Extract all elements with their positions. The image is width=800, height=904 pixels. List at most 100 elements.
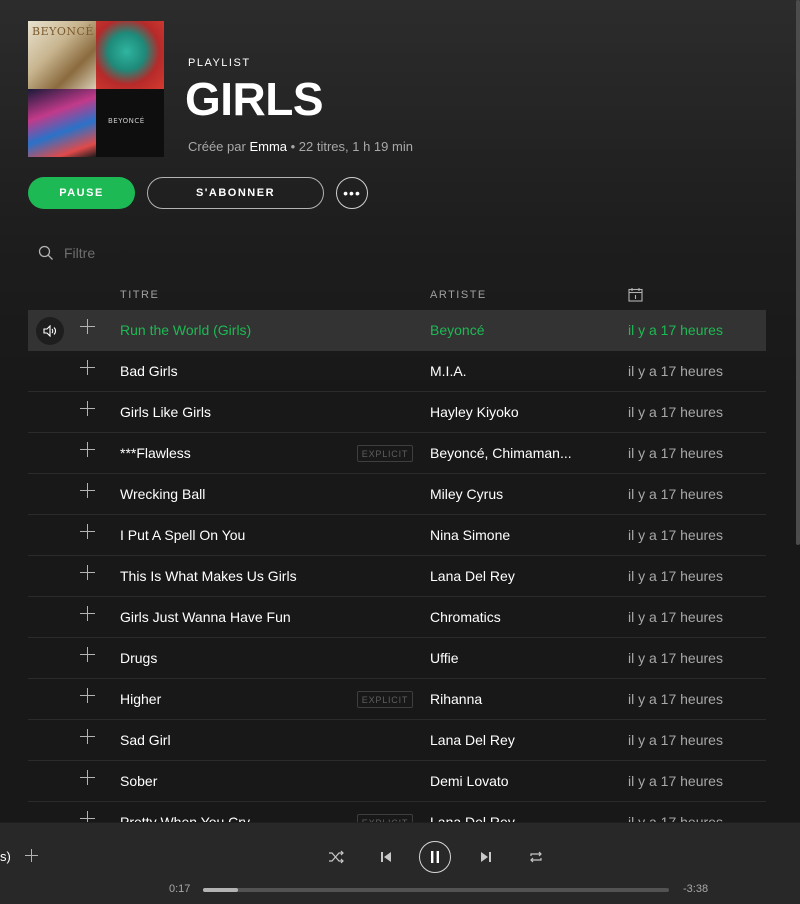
add-track-button[interactable] [80,729,96,745]
track-title[interactable]: Sober [120,773,157,789]
column-title[interactable]: TITRE [120,289,159,301]
search-icon [38,245,53,260]
playlist-cover: BEYONCÉ BEYONCÉ [28,21,164,157]
explicit-badge: EXPLICIT [357,445,413,462]
track-row[interactable]: Girls Like Girls Hayley Kiyoko il y a 17 h… [28,392,766,433]
add-track-button[interactable] [80,647,96,663]
add-track-button[interactable] [80,770,96,786]
cover-art-2 [96,21,164,89]
track-artist[interactable]: Lana Del Rey [430,568,515,584]
add-track-button[interactable] [80,565,96,581]
track-list: Run the World (Girls) Beyoncé il y a 17 he… [28,310,766,822]
playlist-type-label: PLAYLIST [188,57,251,69]
cover-art-4-text: BEYONCÉ [108,117,145,125]
track-artist[interactable]: Chromatics [430,609,501,625]
track-title[interactable]: Pretty When You Cry [120,814,250,822]
track-date-added: il y a 17 heures [628,363,723,379]
subscribe-button[interactable]: S'ABONNER [147,177,324,209]
column-artist[interactable]: ARTISTE [430,289,487,301]
column-date-added[interactable] [628,287,643,305]
track-row[interactable]: Higher EXPLICIT Rihanna il y a 17 heures [28,679,766,720]
track-row[interactable]: Bad Girls M.I.A. il y a 17 heures [28,351,766,392]
track-artist[interactable]: Hayley Kiyoko [430,404,519,420]
owner-link[interactable]: Emma [249,139,287,154]
created-by-label: Créée par [188,139,246,154]
next-button[interactable] [476,847,496,867]
filter-input[interactable] [64,245,264,261]
pause-button[interactable]: PAUSE [28,177,135,209]
track-row[interactable]: Wrecking Ball Miley Cyrus il y a 17 heures [28,474,766,515]
track-title[interactable]: Wrecking Ball [120,486,205,502]
playlist-stats: • 22 titres, 1 h 19 min [287,139,413,154]
progress-fill [203,888,238,892]
track-date-added: il y a 17 heures [628,609,723,625]
track-row[interactable]: Run the World (Girls) Beyoncé il y a 17 he… [28,310,766,351]
track-artist[interactable]: Beyoncé, Chimaman... [430,445,572,461]
add-track-button[interactable] [80,483,96,499]
track-artist[interactable]: Miley Cyrus [430,486,503,502]
track-artist[interactable]: Lana Del Rey [430,732,515,748]
track-title[interactable]: This Is What Makes Us Girls [120,568,297,584]
track-artist[interactable]: Lana Del Rey [430,814,515,822]
track-title[interactable]: Higher [120,691,161,707]
add-track-button[interactable] [80,688,96,704]
track-artist[interactable]: Uffie [430,650,459,666]
explicit-badge: EXPLICIT [357,691,413,708]
previous-button[interactable] [376,847,396,867]
track-date-added: il y a 17 heures [628,691,723,707]
track-date-added: il y a 17 heures [628,527,723,543]
track-date-added: il y a 17 heures [628,486,723,502]
speaker-icon [43,325,57,337]
add-track-button[interactable] [80,811,96,822]
shuffle-button[interactable] [326,847,346,867]
play-pause-button[interactable] [419,841,451,873]
playlist-title: GIRLS [185,73,324,125]
track-row[interactable]: I Put A Spell On You Nina Simone il y a 17… [28,515,766,556]
track-row[interactable]: ***Flawless EXPLICIT Beyoncé, Chimaman... i… [28,433,766,474]
track-date-added: il y a 17 heures [628,568,723,584]
track-date-added: il y a 17 heures [628,732,723,748]
cover-art-1: BEYONCÉ [28,21,96,89]
track-title[interactable]: I Put A Spell On You [120,527,245,543]
add-track-button[interactable] [80,319,96,335]
track-title[interactable]: Run the World (Girls) [120,322,251,338]
track-row[interactable]: Pretty When You Cry EXPLICIT Lana Del Rey i… [28,802,766,822]
track-artist[interactable]: Beyoncé [430,322,484,338]
track-artist[interactable]: Demi Lovato [430,773,509,789]
track-title[interactable]: Bad Girls [120,363,178,379]
track-date-added: il y a 17 heures [628,650,723,666]
track-row[interactable]: This Is What Makes Us Girls Lana Del Rey i… [28,556,766,597]
main-view: BEYONCÉ BEYONCÉ PLAYLIST GIRLS Créée par… [0,0,800,822]
elapsed-time: 0:17 [169,883,191,895]
track-artist[interactable]: M.I.A. [430,363,467,379]
repeat-icon [530,851,542,863]
scrollbar[interactable] [796,0,800,545]
add-track-button[interactable] [80,606,96,622]
track-title[interactable]: ***Flawless [120,445,191,461]
add-track-button[interactable] [80,442,96,458]
add-track-button[interactable] [80,401,96,417]
track-title[interactable]: Drugs [120,650,157,666]
now-playing-speaker[interactable] [36,317,64,345]
track-row[interactable]: Sad Girl Lana Del Rey il y a 17 heures [28,720,766,761]
track-title[interactable]: Sad Girl [120,732,171,748]
save-track-button[interactable] [25,849,39,863]
progress-bar[interactable] [203,888,669,892]
remaining-time: -3:38 [683,883,709,895]
add-track-button[interactable] [80,524,96,540]
more-options-label: ••• [343,185,361,201]
now-playing-title[interactable]: s) [0,849,11,864]
repeat-button[interactable] [526,847,546,867]
track-artist[interactable]: Rihanna [430,691,482,707]
add-track-button[interactable] [80,360,96,376]
track-artist[interactable]: Nina Simone [430,527,510,543]
explicit-badge: EXPLICIT [357,814,413,822]
track-row[interactable]: Sober Demi Lovato il y a 17 heures [28,761,766,802]
track-date-added: il y a 17 heures [628,445,723,461]
track-title[interactable]: Girls Like Girls [120,404,211,420]
more-options-button[interactable]: ••• [336,177,368,209]
cover-art-4: BEYONCÉ [96,89,164,157]
track-title[interactable]: Girls Just Wanna Have Fun [120,609,291,625]
track-row[interactable]: Girls Just Wanna Have Fun Chromatics il y … [28,597,766,638]
track-row[interactable]: Drugs Uffie il y a 17 heures [28,638,766,679]
